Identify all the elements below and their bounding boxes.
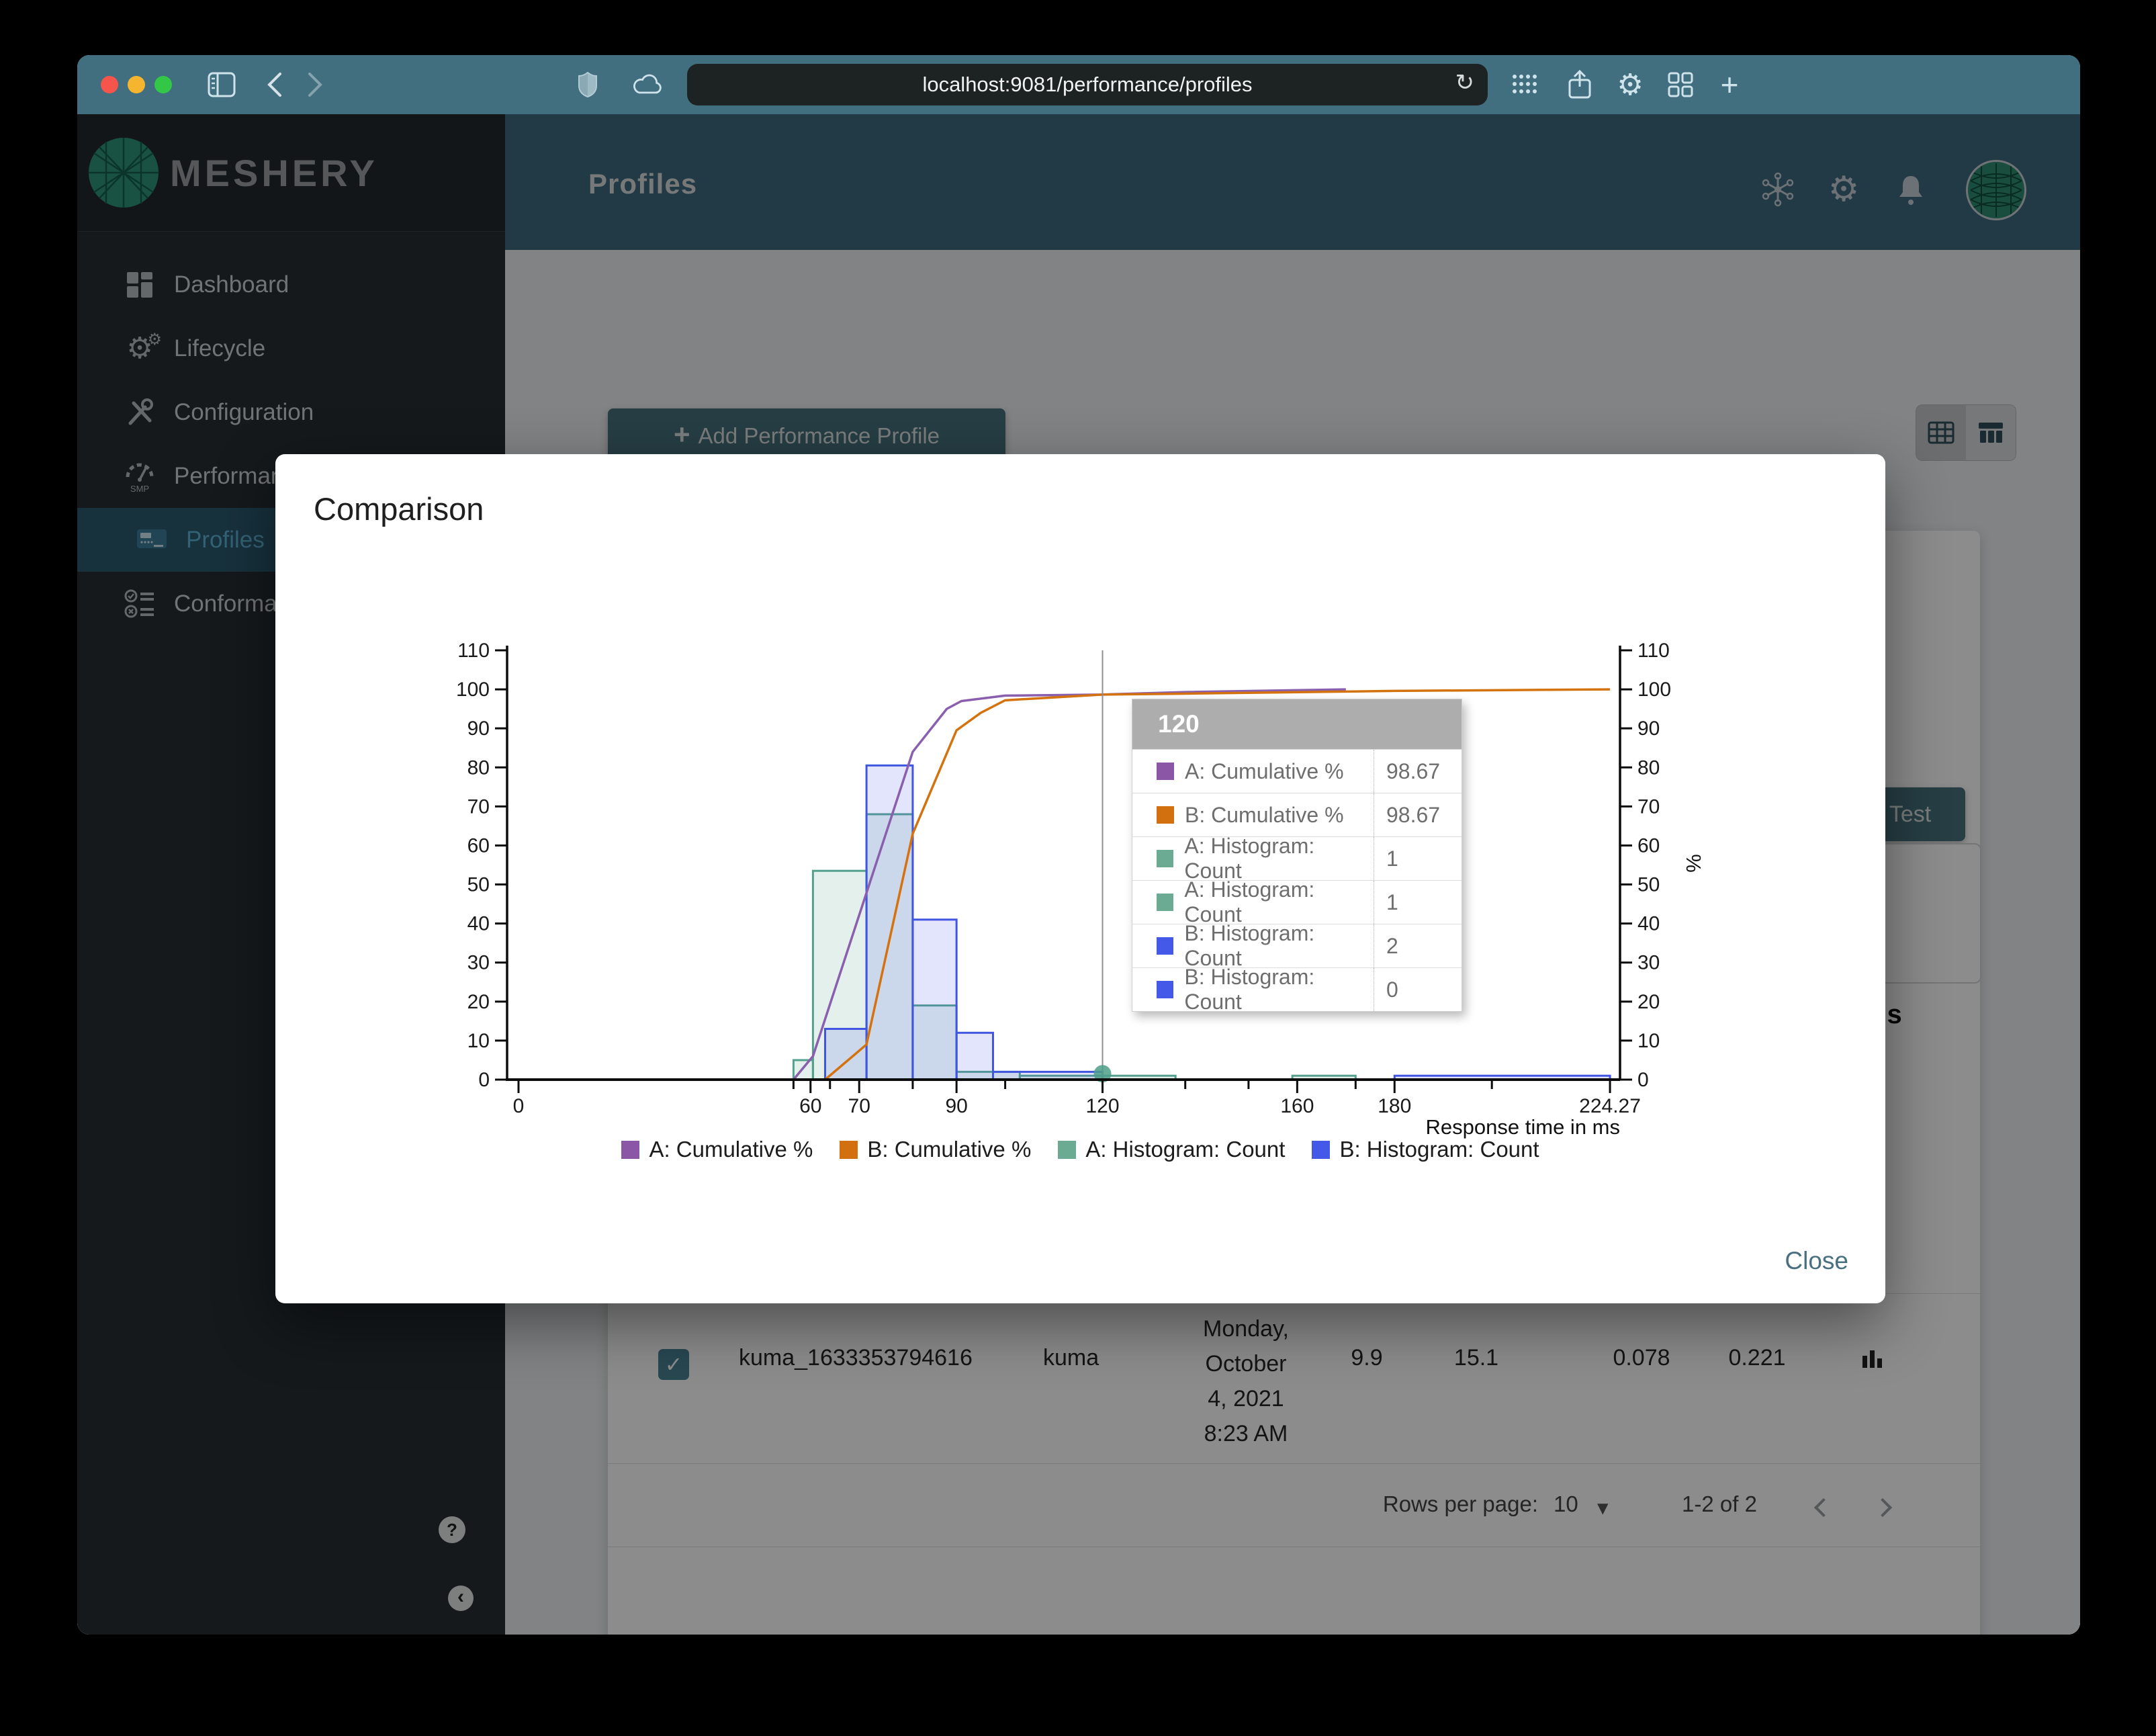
chart-legend: A: Cumulative % B: Cumulative % A: Histo… (275, 1137, 1885, 1162)
close-button[interactable]: Close (1785, 1247, 1848, 1275)
series-swatch (1157, 763, 1174, 780)
tooltip-row: A: Cumulative % 98.67 (1132, 749, 1462, 793)
svg-text:30: 30 (467, 952, 490, 974)
tooltip-row: B: Histogram: Count 2 (1132, 921, 1462, 970)
tooltip-series-label: A: Histogram: Count (1184, 877, 1315, 926)
url-text: localhost:9081/performance/profiles (922, 73, 1253, 96)
reload-icon[interactable]: ↻ (1455, 69, 1475, 96)
tooltip-row: A: Histogram: Count 1 (1132, 834, 1462, 883)
series-swatch (1157, 981, 1174, 998)
zoom-window-button[interactable] (154, 76, 172, 93)
settings-gear-icon[interactable]: ⚙ (1615, 69, 1645, 101)
series-swatch (1157, 806, 1174, 824)
svg-text:80: 80 (467, 756, 490, 779)
legend-swatch (840, 1140, 858, 1159)
url-bar[interactable]: localhost:9081/performance/profiles ↻ (687, 64, 1488, 105)
share-icon[interactable] (1565, 69, 1594, 99)
app-area: MESHERY Dashboard ⚙ ⚙ Lifecycle Configur… (77, 114, 2080, 1635)
tooltip-header: 120 (1132, 699, 1462, 749)
sidebar-toggle-icon[interactable] (207, 70, 236, 99)
svg-text:120: 120 (1085, 1095, 1119, 1117)
browser-toolbar: localhost:9081/performance/profiles ↻ ⚙ … (77, 55, 2080, 114)
svg-text:40: 40 (467, 913, 490, 935)
screenshot-stage: localhost:9081/performance/profiles ↻ ⚙ … (0, 0, 2156, 1736)
browser-window: localhost:9081/performance/profiles ↻ ⚙ … (77, 55, 2080, 1635)
tooltip-series-label: B: Histogram: Count (1184, 921, 1315, 970)
svg-text:90: 90 (945, 1095, 967, 1117)
svg-text:0: 0 (1637, 1069, 1649, 1091)
svg-text:224.27: 224.27 (1579, 1095, 1641, 1117)
back-icon[interactable] (259, 70, 289, 99)
minimize-window-button[interactable] (128, 76, 145, 93)
tooltip-value: 98.67 (1374, 793, 1462, 836)
close-window-button[interactable] (101, 76, 118, 93)
tooltip-value: 1 (1374, 837, 1462, 880)
svg-text:90: 90 (1637, 718, 1660, 740)
svg-text:100: 100 (456, 679, 490, 701)
svg-text:10: 10 (1637, 1030, 1660, 1052)
legend-swatch (1312, 1140, 1331, 1159)
svg-text:50: 50 (1637, 874, 1660, 896)
tooltip-row: B: Histogram: Count 0 (1132, 965, 1462, 1014)
svg-text:%: % (1682, 854, 1705, 873)
tooltip-series-label: A: Histogram: Count (1184, 834, 1315, 883)
series-swatch (1157, 937, 1174, 955)
svg-text:20: 20 (467, 991, 490, 1013)
svg-text:60: 60 (799, 1095, 821, 1117)
tooltip-row: A: Histogram: Count 1 (1132, 877, 1462, 926)
svg-text:Response time in ms: Response time in ms (1426, 1115, 1620, 1139)
tab-grid-icon[interactable] (1511, 70, 1540, 99)
svg-text:70: 70 (467, 795, 490, 818)
shield-icon[interactable] (573, 70, 602, 99)
svg-text:0: 0 (478, 1069, 490, 1091)
legend-item-a-cumulative[interactable]: A: Cumulative % (621, 1137, 813, 1162)
legend-item-b-histogram[interactable]: B: Histogram: Count (1312, 1137, 1539, 1162)
new-tab-plus-icon[interactable]: + (1715, 67, 1744, 102)
legend-swatch (1058, 1140, 1077, 1159)
series-swatch (1157, 850, 1174, 867)
cloud-icon[interactable] (632, 70, 662, 99)
tooltip-series-label: A: Cumulative % (1185, 758, 1344, 783)
svg-text:60: 60 (467, 834, 490, 857)
tooltip-value: 2 (1374, 924, 1462, 967)
svg-text:90: 90 (467, 718, 490, 740)
tooltip-series-label: B: Cumulative % (1185, 802, 1344, 827)
svg-text:110: 110 (1637, 640, 1670, 662)
chart-tooltip: 120 A: Cumulative % 98.67 B: Cumulative … (1132, 699, 1462, 1014)
forward-icon[interactable] (301, 70, 330, 99)
svg-text:70: 70 (1637, 795, 1660, 818)
svg-text:30: 30 (1637, 952, 1660, 974)
series-swatch (1157, 894, 1174, 911)
legend-item-a-histogram[interactable]: A: Histogram: Count (1058, 1137, 1285, 1162)
svg-text:160: 160 (1280, 1095, 1314, 1117)
tooltip-series-label: B: Histogram: Count (1184, 965, 1315, 1014)
svg-text:100: 100 (1637, 679, 1671, 701)
svg-text:110: 110 (457, 640, 490, 662)
svg-text:50: 50 (467, 874, 490, 896)
svg-text:10: 10 (467, 1030, 490, 1052)
tooltip-value: 0 (1374, 968, 1462, 1011)
svg-text:60: 60 (1637, 834, 1660, 857)
tooltip-row: B: Cumulative % 98.67 (1132, 793, 1462, 836)
tooltip-value: 1 (1374, 881, 1462, 924)
svg-text:20: 20 (1637, 991, 1660, 1013)
tooltip-value: 98.67 (1374, 750, 1462, 793)
svg-text:0: 0 (513, 1095, 525, 1117)
svg-text:80: 80 (1637, 756, 1660, 779)
svg-text:40: 40 (1637, 913, 1660, 935)
legend-item-b-cumulative[interactable]: B: Cumulative % (840, 1137, 1031, 1162)
svg-text:180: 180 (1378, 1095, 1411, 1117)
comparison-chart: 0 010 1020 2030 3040 4050 5060 6070 7080 8090 9010… (456, 640, 1705, 1139)
svg-text:70: 70 (848, 1095, 870, 1117)
tiles-icon[interactable] (1666, 70, 1695, 99)
comparison-modal: Comparison 0 0 10 10 20 20 30 30 40 40 50 50 60 60 70 7… (275, 454, 1885, 1303)
legend-swatch (621, 1140, 640, 1159)
